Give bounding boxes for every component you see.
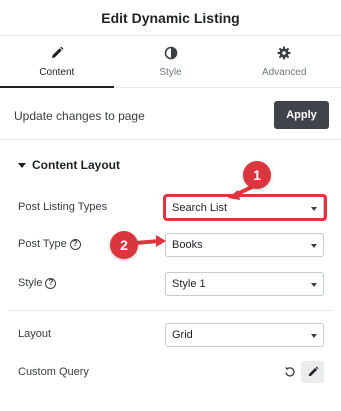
- chevron-down-icon: [311, 244, 317, 248]
- post-type-label-text: Post Type: [18, 238, 67, 250]
- post-listing-types-select[interactable]: Search List: [165, 196, 324, 220]
- reset-button[interactable]: [282, 364, 298, 380]
- tab-advanced[interactable]: Advanced: [227, 36, 341, 87]
- section-toggle-content-layout[interactable]: Content Layout: [18, 158, 120, 172]
- layout-select[interactable]: Grid: [165, 323, 324, 347]
- tab-content-label: Content: [39, 66, 75, 78]
- style-label: Style ?: [18, 277, 57, 289]
- style-value: Style 1: [172, 278, 206, 290]
- caret-down-icon: [18, 162, 26, 168]
- pencil-icon: [51, 46, 64, 58]
- panel-header: Edit Dynamic Listing: [0, 0, 341, 36]
- gear-icon: [277, 46, 291, 59]
- tab-style-label: Style: [159, 66, 182, 78]
- style-label-text: Style: [18, 277, 43, 289]
- custom-query-label: Custom Query: [18, 366, 89, 378]
- tab-bar: Content Style Advanced: [0, 36, 341, 88]
- post-type-value: Books: [172, 239, 203, 251]
- post-listing-types-label-text: Post Listing Types: [18, 201, 108, 213]
- apply-bar-text: Update changes to page: [14, 109, 145, 123]
- style-select[interactable]: Style 1: [165, 272, 324, 296]
- tab-content[interactable]: Content: [0, 36, 114, 88]
- post-type-select[interactable]: Books: [165, 233, 324, 257]
- layout-label-text: Layout: [18, 328, 52, 340]
- panel-title: Edit Dynamic Listing: [101, 9, 240, 26]
- reset-icon: [285, 367, 295, 377]
- layout-label: Layout: [18, 328, 51, 340]
- apply-button[interactable]: Apply: [274, 101, 329, 129]
- divider: [0, 139, 341, 140]
- edit-query-button[interactable]: [301, 361, 324, 383]
- question-circle-icon[interactable]: ?: [45, 277, 57, 289]
- chevron-down-icon: [311, 334, 317, 338]
- apply-bar: Update changes to page Apply: [0, 98, 341, 136]
- custom-query-label-text: Custom Query: [18, 366, 89, 378]
- tab-advanced-label: Advanced: [261, 66, 307, 78]
- divider: [8, 310, 333, 311]
- tab-style[interactable]: Style: [114, 36, 228, 87]
- layout-value: Grid: [172, 329, 193, 341]
- post-listing-types-label: Post Listing Types: [18, 201, 107, 213]
- pencil-icon: [308, 366, 318, 377]
- annotation-badge-1: 1: [243, 161, 271, 189]
- half-circle-icon: [164, 46, 177, 59]
- post-type-label: Post Type ?: [18, 238, 81, 250]
- question-circle-icon[interactable]: ?: [69, 238, 81, 250]
- chevron-down-icon: [311, 283, 317, 287]
- post-listing-types-value: Search List: [172, 202, 228, 214]
- section-title: Content Layout: [32, 158, 120, 172]
- chevron-down-icon: [311, 207, 317, 211]
- annotation-badge-2: 2: [110, 231, 138, 259]
